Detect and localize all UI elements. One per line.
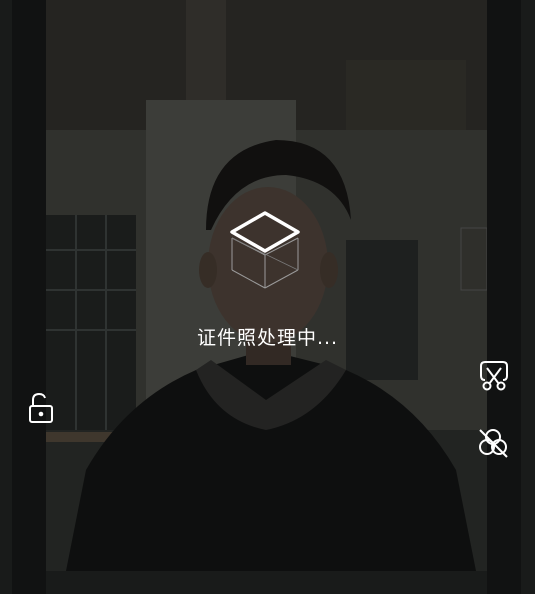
right-side-strip [487, 0, 521, 594]
crop-icon[interactable] [477, 358, 511, 392]
blend-circles-icon[interactable] [476, 426, 510, 460]
left-side-strip [12, 0, 46, 594]
cube-icon [230, 210, 300, 290]
processing-status-text: 证件照处理中... [196, 327, 339, 349]
unlock-icon[interactable] [24, 392, 58, 426]
